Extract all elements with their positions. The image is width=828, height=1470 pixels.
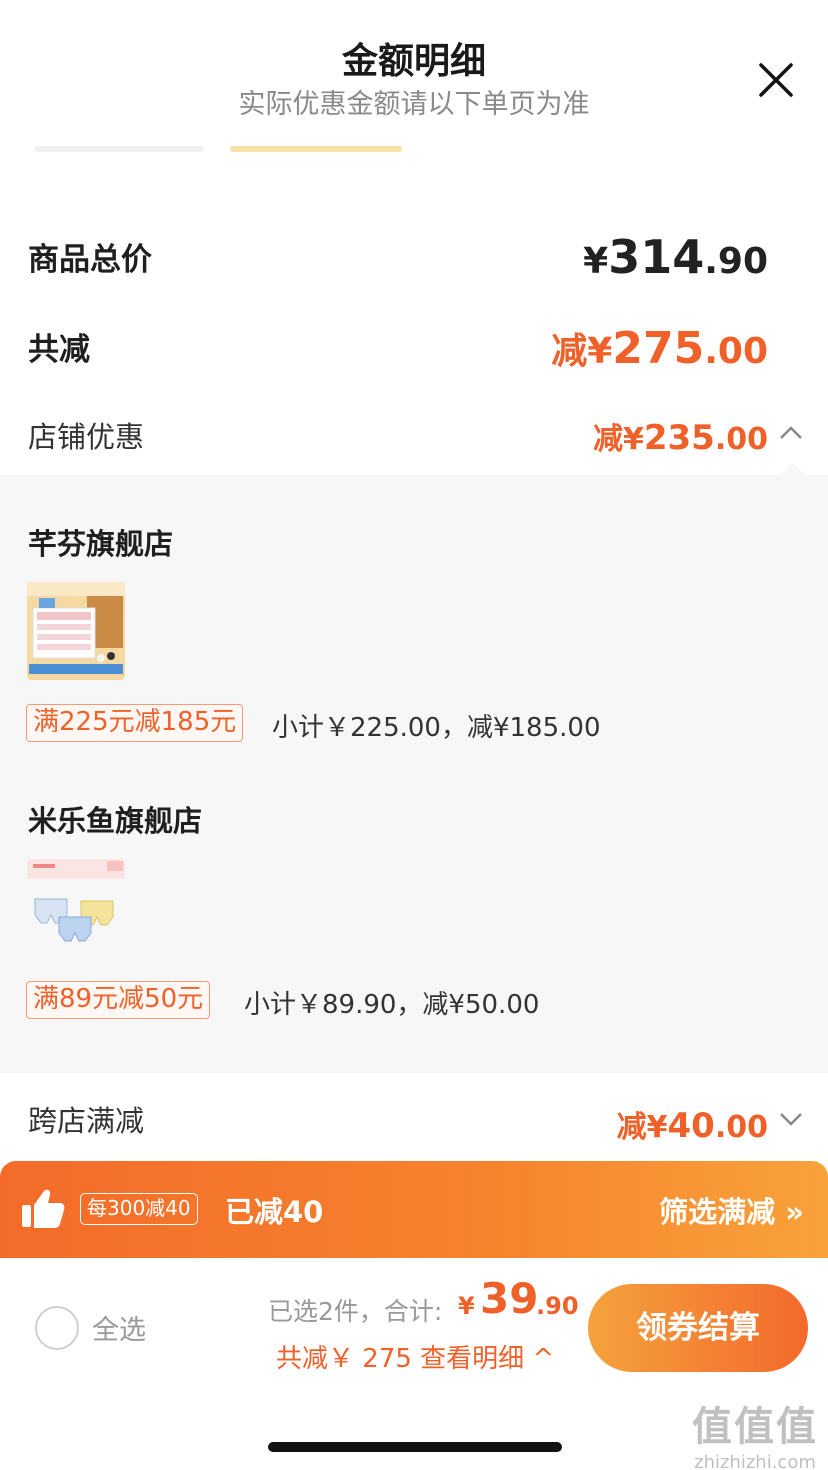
total-discount-value: 减¥275.00 — [551, 323, 768, 374]
store-name: 芊芬旗舰店 — [28, 527, 174, 561]
modal-header: 金额明细 实际优惠金额请以下单页为准 — [0, 0, 828, 152]
store-name: 米乐鱼旗舰店 — [28, 804, 203, 838]
checkout-bar: 全选 已选2件，合计: ¥ 39 .90 共减￥ 275 查看明细 ^ 领券结算… — [0, 1258, 828, 1470]
store-subtotal: 小计￥225.00，减¥185.00 — [272, 713, 601, 743]
shop-discount-value[interactable]: 减¥235.00 — [593, 414, 768, 458]
cross-store-discount-value[interactable]: 减¥40.00 — [617, 1102, 768, 1146]
select-all-label[interactable]: 全选 — [92, 1308, 146, 1347]
close-icon[interactable] — [756, 60, 796, 100]
sum-amount: 39 — [480, 1274, 539, 1323]
promo-status: 已减40 — [225, 1195, 324, 1229]
select-all-radio[interactable] — [35, 1306, 79, 1350]
shop-discount-label[interactable]: 店铺优惠 — [28, 414, 144, 456]
filter-promo-button[interactable]: 筛选满减 » — [659, 1189, 804, 1231]
promo-tag: 满89元减50元 — [26, 981, 211, 1019]
scroll-hint-right — [230, 146, 402, 152]
total-price-label: 商品总价 — [28, 242, 152, 278]
view-details-link[interactable]: 共减￥ 275 查看明细 ^ — [276, 1338, 554, 1375]
promo-tag: 满225元减185元 — [26, 704, 244, 742]
checkout-button[interactable]: 领券结算 — [588, 1284, 808, 1372]
total-discount-label: 共减 — [28, 332, 90, 368]
scroll-hint-left — [34, 146, 204, 152]
watermark: 值值值 zhizhizhi.com — [692, 1404, 818, 1470]
product-thumbnail[interactable] — [27, 582, 125, 680]
shop-discount-details: 芊芬旗舰店 满225元减185元 小计￥225.00，减¥185.00 米乐鱼旗… — [0, 475, 828, 1073]
promo-rule-badge: 每300减40 — [80, 1193, 198, 1225]
thumbs-up-icon — [20, 1185, 66, 1231]
chevron-up-icon[interactable] — [778, 420, 804, 446]
cross-store-promo-banner: 每300减40 已减40 筛选满减 » — [0, 1161, 828, 1258]
sum-decimal: .90 — [536, 1292, 579, 1320]
chevron-down-icon[interactable] — [778, 1106, 804, 1132]
product-thumbnail[interactable] — [27, 859, 125, 957]
modal-title: 金额明细 — [341, 41, 486, 82]
sum-currency: ¥ — [458, 1292, 475, 1320]
selected-count: 已选2件，合计: — [268, 1297, 443, 1326]
home-indicator[interactable] — [268, 1442, 562, 1452]
cross-store-discount-label[interactable]: 跨店满减 — [28, 1098, 144, 1140]
total-price-value: ¥314.90 — [583, 230, 768, 284]
store-subtotal: 小计￥89.90，减¥50.00 — [244, 990, 540, 1020]
modal-subtitle: 实际优惠金额请以下单页为准 — [238, 89, 590, 120]
